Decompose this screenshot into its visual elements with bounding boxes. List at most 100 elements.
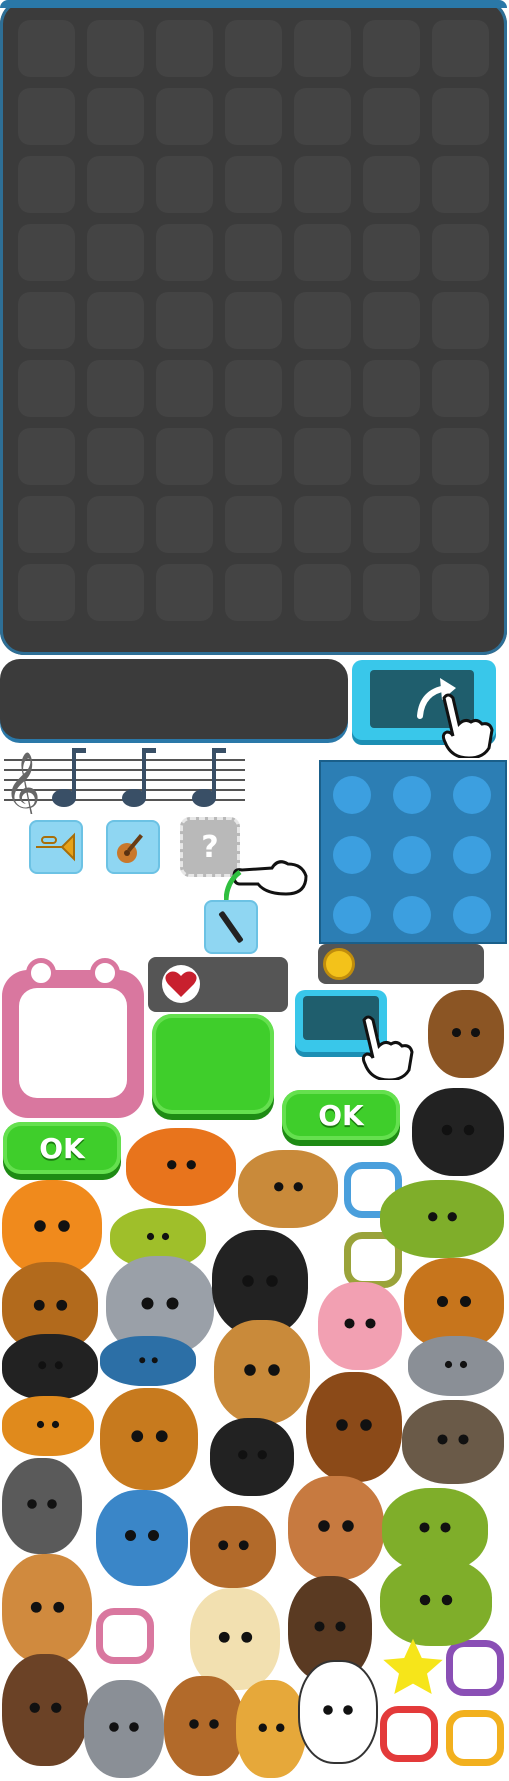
grid-slot[interactable] xyxy=(18,224,75,281)
grid-slot[interactable] xyxy=(294,564,351,621)
grid-slot[interactable] xyxy=(363,88,420,145)
grid-slot[interactable] xyxy=(432,564,489,621)
grid-slot[interactable] xyxy=(363,224,420,281)
grid-slot[interactable] xyxy=(225,496,282,553)
question-mark: ? xyxy=(201,829,219,865)
grid-slot[interactable] xyxy=(225,20,282,77)
grid-slot[interactable] xyxy=(363,20,420,77)
shark-icon xyxy=(408,1336,504,1396)
panel-dot xyxy=(333,896,371,934)
grid-slot[interactable] xyxy=(156,496,213,553)
grid-slot[interactable] xyxy=(294,496,351,553)
pointing-hand-icon xyxy=(224,860,308,903)
grid-slot[interactable] xyxy=(294,88,351,145)
coin-icon xyxy=(323,948,355,980)
grid-slot[interactable] xyxy=(294,224,351,281)
pink-frog-frame-small xyxy=(96,1608,154,1664)
grid-slot[interactable] xyxy=(363,292,420,349)
grid-slot[interactable] xyxy=(156,156,213,213)
grid-slot[interactable] xyxy=(432,156,489,213)
ostrich-icon xyxy=(288,1476,384,1580)
grid-slot[interactable] xyxy=(156,88,213,145)
bird-icon xyxy=(96,1490,188,1586)
grid-slot[interactable] xyxy=(294,428,351,485)
panel-top-rim xyxy=(0,0,507,8)
trumpet-tile[interactable] xyxy=(29,820,83,874)
grid-slot[interactable] xyxy=(87,360,144,417)
grid-slot[interactable] xyxy=(87,20,144,77)
grid-slot[interactable] xyxy=(363,564,420,621)
grid-slot[interactable] xyxy=(432,20,489,77)
grid-slot[interactable] xyxy=(225,88,282,145)
grid-slot[interactable] xyxy=(294,360,351,417)
grid-slot[interactable] xyxy=(18,428,75,485)
grid-slot[interactable] xyxy=(87,496,144,553)
panel-dot xyxy=(393,776,431,814)
cow-icon xyxy=(298,1660,378,1764)
green-square-button[interactable] xyxy=(152,1014,274,1114)
grid-slot[interactable] xyxy=(18,20,75,77)
grid-slot[interactable] xyxy=(225,564,282,621)
grid-slot[interactable] xyxy=(18,88,75,145)
grid-slot[interactable] xyxy=(432,496,489,553)
hedgehog-icon xyxy=(238,1150,338,1228)
grid-slot[interactable] xyxy=(18,496,75,553)
grid-slot[interactable] xyxy=(225,292,282,349)
raccoon-icon xyxy=(2,1458,82,1554)
grid-slot[interactable] xyxy=(87,292,144,349)
clarinet-tile[interactable] xyxy=(204,900,258,954)
rabbit-icon xyxy=(214,1320,310,1424)
ok-button-right[interactable]: OK xyxy=(282,1090,400,1140)
grid-slot[interactable] xyxy=(432,88,489,145)
grid-slot[interactable] xyxy=(363,156,420,213)
grid-slot[interactable] xyxy=(18,360,75,417)
grid-slot[interactable] xyxy=(18,292,75,349)
grid-slot[interactable] xyxy=(432,292,489,349)
grid-slot[interactable] xyxy=(225,224,282,281)
fox-icon xyxy=(126,1128,236,1206)
grid-slot[interactable] xyxy=(363,428,420,485)
star-icon xyxy=(380,1636,446,1702)
grid-slot[interactable] xyxy=(363,360,420,417)
grid-slot[interactable] xyxy=(87,88,144,145)
sheep-icon xyxy=(190,1588,280,1690)
monkey-icon xyxy=(190,1506,276,1588)
panel-dot xyxy=(333,836,371,874)
kangaroo-icon xyxy=(2,1554,92,1664)
grid-slot[interactable] xyxy=(87,428,144,485)
grid-slot[interactable] xyxy=(18,564,75,621)
zebra-icon xyxy=(210,1418,294,1496)
music-staff-icon: 𝄞 xyxy=(4,748,245,814)
frog-icon xyxy=(380,1558,492,1646)
grid-slot[interactable] xyxy=(156,564,213,621)
grid-slot[interactable] xyxy=(156,360,213,417)
grid-slot[interactable] xyxy=(432,360,489,417)
grid-slot[interactable] xyxy=(156,292,213,349)
grid-slot[interactable] xyxy=(363,496,420,553)
grid-slot[interactable] xyxy=(225,428,282,485)
grid-slot[interactable] xyxy=(87,564,144,621)
hen-icon xyxy=(164,1676,244,1776)
grid-slot[interactable] xyxy=(156,20,213,77)
red-frog-frame xyxy=(380,1706,438,1762)
grid-slot[interactable] xyxy=(225,360,282,417)
grid-panel xyxy=(0,0,507,655)
guitar-tile[interactable] xyxy=(106,820,160,874)
grid-slot[interactable] xyxy=(156,428,213,485)
grid-slot[interactable] xyxy=(294,292,351,349)
grid-slot[interactable] xyxy=(18,156,75,213)
ray-icon xyxy=(100,1336,196,1386)
frog-eye xyxy=(90,958,120,988)
grid-slot[interactable] xyxy=(87,156,144,213)
grid-slot[interactable] xyxy=(156,224,213,281)
guitar-icon xyxy=(117,834,143,863)
grid-slot[interactable] xyxy=(87,224,144,281)
grid-slot[interactable] xyxy=(294,156,351,213)
grid-slot[interactable] xyxy=(294,20,351,77)
lion-icon xyxy=(100,1388,198,1490)
grid-slot[interactable] xyxy=(225,156,282,213)
grid-slot[interactable] xyxy=(432,224,489,281)
grid-slot[interactable] xyxy=(432,428,489,485)
ok-button-left[interactable]: OK xyxy=(3,1122,121,1174)
falcon-icon xyxy=(402,1400,504,1484)
